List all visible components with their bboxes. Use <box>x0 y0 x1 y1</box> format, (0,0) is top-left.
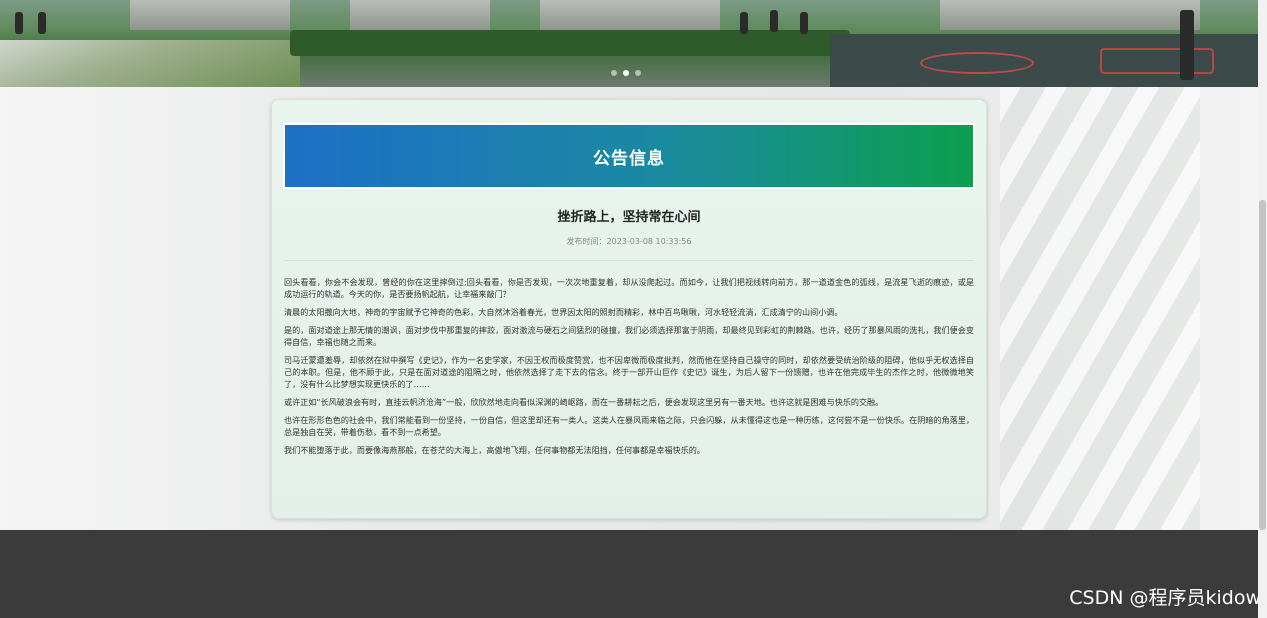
carousel-dot-active[interactable] <box>623 70 629 76</box>
article-paragraph: 清晨的太阳撒向大地，神奇的宇宙赋予它神奇的色彩，大自然沐浴着春光，世界因太阳的照… <box>284 307 843 317</box>
article-title: 挫折路上，坚持常在心间 <box>557 210 701 225</box>
court-line <box>1100 48 1214 74</box>
divider <box>284 260 974 261</box>
court-line <box>920 52 1034 74</box>
article-paragraph: 回头看看，你会不会发现，曾经的你在这里摔倒过;回头看看，你是否发现，一次次地重复… <box>284 277 974 299</box>
banner-lawn-image <box>0 40 300 87</box>
csdn-watermark: CSDN @程序员kidow <box>1069 587 1261 609</box>
background-decoration <box>1000 87 1200 530</box>
banner-building-image <box>130 0 290 30</box>
article-paragraph: 或许正如“长风破浪会有时，直挂云帆济沧海”一般，欣欣然地走向看似深渊的崎岖路，而… <box>284 397 884 407</box>
article-paragraph: 司马迁蒙遭羞辱，却依然在狱中撰写《史记》，作为一名史学家，不因王权而极度赞赏，也… <box>284 355 974 389</box>
article-paragraph: 我们不能堕落于此，而要像海燕那般，在苍茫的大海上，高傲地飞翔，任何事物都无法阻挡… <box>284 445 705 455</box>
article-content: 回头看看，你会不会发现，曾经的你在这里摔倒过;回头看看，你是否发现，一次次地重复… <box>284 276 974 462</box>
carousel-dot[interactable] <box>635 70 641 76</box>
banner-person-figure <box>15 12 23 34</box>
banner-person-figure <box>770 10 778 32</box>
notice-section-header: 公告信息 <box>285 125 973 187</box>
banner-hedge-image <box>290 30 850 56</box>
article-publish-time: 发布时间：2023-03-08 10:33:56 <box>566 237 692 246</box>
carousel-indicators <box>611 70 641 76</box>
banner-person-figure <box>1180 10 1194 80</box>
banner-building-image <box>540 0 720 30</box>
notice-detail-card: 公告信息 挫折路上，坚持常在心间 发布时间：2023-03-08 10:33:5… <box>271 99 987 519</box>
vertical-scrollbar[interactable] <box>1258 0 1267 618</box>
article-paragraph: 也许在形形色色的社会中，我们常能看到一份坚持，一份自信，但这里却还有一类人。这类… <box>284 415 974 437</box>
article-paragraph: 是的，面对道途上那无情的潮讽，面对步伐中那重复的摔跤，面对激流与硬石之间猛烈的碰… <box>284 325 974 347</box>
notice-section-title: 公告信息 <box>593 148 665 169</box>
banner-building-image <box>350 0 490 30</box>
banner-person-figure <box>38 12 46 34</box>
scrollbar-thumb[interactable] <box>1259 200 1266 530</box>
banner-person-figure <box>800 12 808 34</box>
banner-building-image <box>940 0 1200 30</box>
hero-banner-carousel[interactable] <box>0 0 1258 87</box>
banner-person-figure <box>740 12 748 34</box>
carousel-dot[interactable] <box>611 70 617 76</box>
